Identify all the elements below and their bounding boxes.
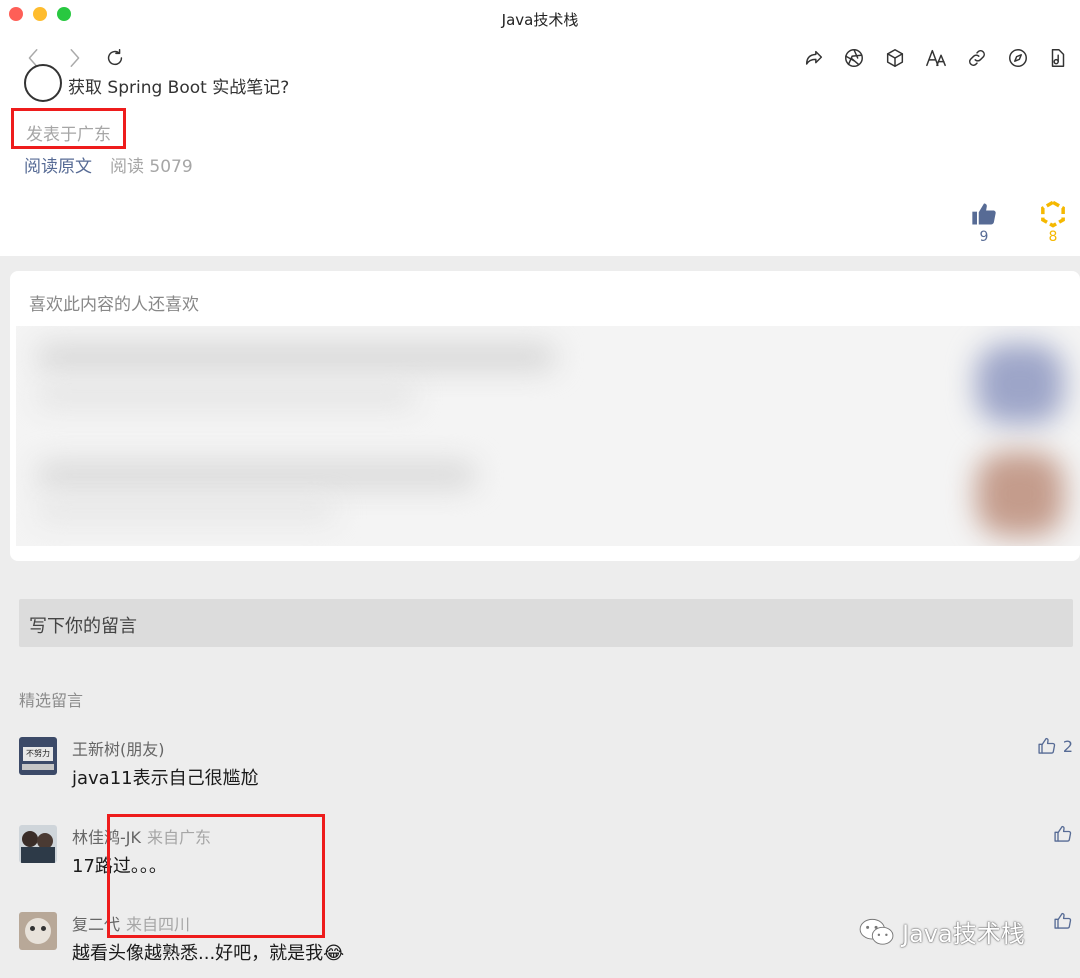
avatar-detail xyxy=(25,918,51,944)
watermark: Java技术栈 xyxy=(858,914,1025,949)
like-icon[interactable] xyxy=(970,200,998,228)
watermark-text: Java技术栈 xyxy=(902,920,1025,948)
blurred-thumbnail xyxy=(976,452,1064,536)
recommend-title: 喜欢此内容的人还喜欢 xyxy=(29,295,199,315)
highlight-box xyxy=(11,108,126,149)
window-title: Java技术栈 xyxy=(501,11,579,29)
title-bar: Java技术栈 xyxy=(0,0,1080,36)
note-icon[interactable] xyxy=(1046,46,1070,70)
thumbs-up-icon xyxy=(1038,737,1055,754)
comment-input-placeholder: 写下你的留言 xyxy=(29,616,137,637)
cube-icon[interactable] xyxy=(883,46,907,70)
avatar-detail xyxy=(30,926,35,931)
article-partial-line: 获取 Spring Boot 实战笔记? xyxy=(68,78,290,98)
blurred-meta xyxy=(36,388,416,406)
thumbs-up-icon xyxy=(1054,825,1072,842)
blurred-meta xyxy=(36,504,336,520)
read-original-link[interactable]: 阅读原文 xyxy=(24,152,92,177)
avatar-detail xyxy=(22,831,38,847)
avatar[interactable] xyxy=(19,825,57,863)
forward-icon[interactable] xyxy=(62,46,86,70)
link-icon[interactable] xyxy=(965,46,989,70)
avatar-detail xyxy=(41,926,46,931)
comment-like-button[interactable] xyxy=(1053,824,1073,844)
list-bullet-icon xyxy=(24,64,62,102)
avatar-caption: 不努力 xyxy=(23,747,53,761)
aperture-icon[interactable] xyxy=(842,46,866,70)
featured-comments-title: 精选留言 xyxy=(19,691,84,710)
wechat-logo-icon xyxy=(859,918,894,945)
commenter-name-text: 王新树(朋友) xyxy=(72,740,165,759)
avatar-detail xyxy=(22,764,54,770)
refresh-icon[interactable] xyxy=(103,46,127,70)
comment-input[interactable]: 写下你的留言 xyxy=(19,599,1073,647)
comment-like-count: 2 xyxy=(1062,736,1073,756)
comment-like-button[interactable] xyxy=(1053,911,1073,931)
share-icon[interactable] xyxy=(802,46,826,70)
like-count: 9 xyxy=(979,229,989,245)
read-count: 阅读 5079 xyxy=(110,157,193,177)
avatar-detail xyxy=(21,847,55,863)
thumbs-up-icon xyxy=(1054,912,1072,929)
compass-icon[interactable] xyxy=(1006,46,1030,70)
comment-text: java11表示自己很尴尬 xyxy=(72,768,259,789)
highlight-box xyxy=(107,814,325,938)
wow-icon[interactable] xyxy=(1039,200,1067,228)
avatar[interactable]: 不努力 xyxy=(19,737,57,775)
comment-text: 越看头像越熟悉...好吧，就是我😂 xyxy=(72,943,345,964)
avatar[interactable] xyxy=(19,912,57,950)
blurred-headline xyxy=(36,462,476,488)
blurred-thumbnail xyxy=(976,344,1064,424)
recommend-list-blurred[interactable] xyxy=(16,326,1080,546)
font-size-icon[interactable] xyxy=(924,46,948,70)
blurred-headline xyxy=(36,344,556,370)
comment-like-button[interactable]: 2 xyxy=(1037,736,1073,756)
commenter-name: 王新树(朋友) xyxy=(72,736,165,760)
recommend-card: 喜欢此内容的人还喜欢 xyxy=(10,271,1080,561)
article-footer: 获取 Spring Boot 实战笔记? 发表于广东 阅读原文 阅读 5079 … xyxy=(0,64,1080,256)
wow-count: 8 xyxy=(1048,229,1058,245)
